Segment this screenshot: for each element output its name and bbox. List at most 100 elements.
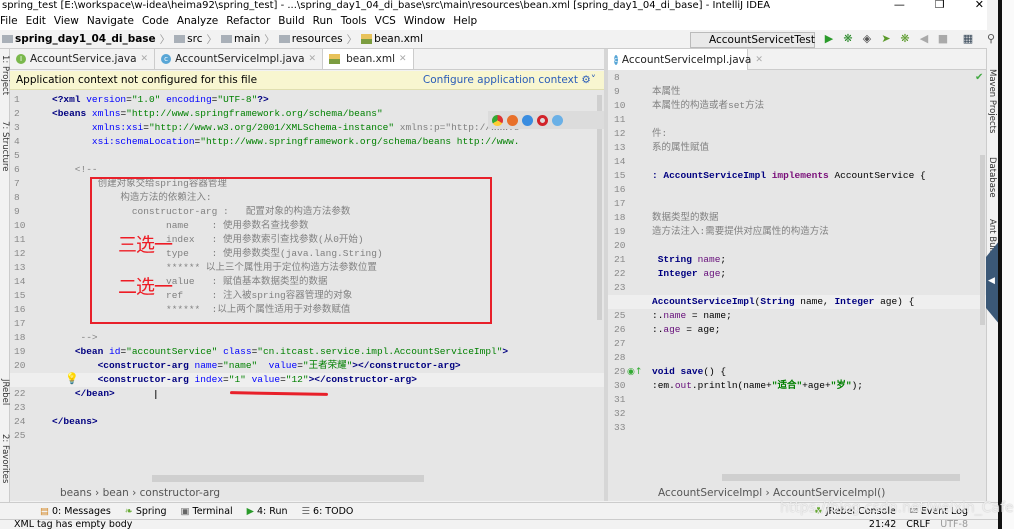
menu-file[interactable]: File — [0, 15, 18, 27]
file-encoding[interactable]: UTF-8 — [940, 520, 968, 529]
run-config-label: AccountServicetTest — [709, 34, 815, 46]
nav-crumb[interactable]: resources — [278, 33, 343, 45]
right-vertical-scrollbar[interactable] — [980, 155, 985, 325]
tab-accountserviceimpl-right[interactable]: c AccountServiceImpl.java ✕ — [608, 49, 763, 70]
coverage-icon[interactable]: ◈ — [861, 33, 873, 45]
code-token: AccountService { — [834, 170, 926, 181]
implements-gutter-icon[interactable]: ◉↑ — [627, 367, 642, 377]
opera-icon[interactable] — [537, 114, 548, 126]
run-icon[interactable]: ▶ — [823, 33, 835, 45]
build-icon[interactable]: ◀ — [918, 33, 930, 45]
code-token: () { — [703, 366, 727, 377]
close-tab-icon[interactable]: ✕ — [399, 54, 407, 64]
tab-bean-xml[interactable]: bean.xml ✕ — [323, 49, 414, 69]
menu-help[interactable]: Help — [453, 15, 477, 27]
lightbulb-icon[interactable]: 💡 — [65, 372, 79, 385]
menu-navigate[interactable]: Navigate — [87, 15, 134, 27]
menu-run[interactable]: Run — [313, 15, 333, 27]
tool-spring[interactable]: ❧ Spring — [125, 506, 167, 517]
code-token: <bean — [74, 346, 110, 357]
code-token: value — [268, 360, 298, 371]
class-icon: c — [161, 54, 172, 64]
menu-analyze[interactable]: Analyze — [177, 15, 218, 27]
tab-label: AccountServiceImpl.java — [621, 53, 752, 66]
nav-crumb-label: main — [234, 33, 261, 45]
breadcrumb-item[interactable]: AccountServiceImpl() — [773, 487, 885, 499]
tool-6-todo[interactable]: ☰ 6: TODO — [301, 506, 353, 517]
tab-accountserviceimpl-java[interactable]: c AccountServiceImpl.java ✕ — [155, 49, 324, 69]
menu-code[interactable]: Code — [142, 15, 169, 27]
line-number: 25 — [14, 430, 26, 441]
tool-window-jrebel[interactable]: JRebel — [0, 379, 10, 405]
line-number: 14 — [614, 156, 626, 167]
tab-accountservice-java[interactable]: I AccountService.java ✕ — [10, 49, 156, 69]
tool-4-run[interactable]: ▶ 4: Run — [247, 506, 288, 517]
close-tab-icon[interactable]: ✕ — [141, 54, 149, 64]
code-token: </beans> — [52, 416, 98, 427]
line-number: 31 — [614, 394, 626, 405]
tool-window-favorites[interactable]: 2: Favorites — [0, 434, 10, 483]
chevron-left-icon: ◀ — [988, 276, 995, 286]
breadcrumb-item[interactable]: AccountServiceImpl — [658, 487, 762, 499]
nav-crumb[interactable]: src — [174, 33, 203, 45]
folder-icon — [278, 35, 290, 43]
debug-icon[interactable]: ❋ — [842, 33, 854, 45]
search-icon[interactable]: ⚲ — [985, 33, 997, 45]
project-structure-icon[interactable]: ▦ — [962, 33, 974, 45]
chevron-right-icon: › — [91, 487, 103, 499]
ie-icon[interactable] — [552, 114, 563, 126]
code-line: 本属性的构造或者set方法 — [652, 99, 764, 113]
code-token: ?> — [257, 94, 269, 105]
line-number: 4 — [14, 136, 20, 147]
menu-tools[interactable]: Tools — [341, 15, 367, 27]
breadcrumb-item[interactable]: constructor-arg — [140, 487, 220, 499]
close-button[interactable]: ✕ — [975, 0, 984, 10]
nav-crumb[interactable]: main — [221, 33, 260, 45]
line-number: 26 — [614, 324, 626, 335]
jrebel-run-icon[interactable]: ➤ — [880, 33, 892, 45]
menu-refactor[interactable]: Refactor — [226, 15, 270, 27]
stop-icon[interactable]: ■ — [937, 33, 949, 45]
code-token: version — [86, 94, 127, 105]
gear-icon[interactable]: ⚙˅ — [581, 74, 596, 86]
code-line: 本属性 — [652, 85, 681, 99]
close-tab-icon[interactable]: ✕ — [755, 55, 763, 65]
java-editor[interactable]: 8 9 本属性 10 本属性的构造或者set方法 11 12 件: 13 系的属性赋值 14 15: … — [608, 70, 986, 485]
caret-position[interactable]: 21:42 — [869, 520, 896, 529]
menu-view[interactable]: View — [54, 15, 79, 27]
code-line: <!-- — [52, 163, 98, 177]
chrome-icon[interactable] — [492, 114, 503, 126]
tool-window-database[interactable]: Database — [987, 157, 997, 198]
status-message: XML tag has empty body — [14, 519, 133, 529]
check-icon: ✔ — [975, 72, 984, 83]
annotation-two-choose-one: 二选一 — [118, 276, 173, 298]
jrebel-debug-icon[interactable]: ❋ — [899, 33, 911, 45]
configure-context-link[interactable]: Configure application context ⚙˅ — [423, 71, 596, 90]
code-token: age) { — [880, 296, 915, 307]
minimize-button[interactable]: — — [894, 0, 905, 10]
menu-vcs[interactable]: VCS — [375, 15, 396, 27]
close-tab-icon[interactable]: ✕ — [309, 54, 317, 64]
banner-message: Application context not configured for t… — [16, 74, 258, 86]
tool-window-structure[interactable]: 7: Structure — [0, 121, 10, 172]
nav-crumb[interactable]: bean.xml — [361, 33, 423, 45]
safari-icon[interactable] — [522, 114, 533, 126]
tool-0-messages[interactable]: ▤ 0: Messages — [40, 506, 111, 517]
run-configuration-dropdown[interactable]: AccountServicetTest ⌄ — [690, 32, 815, 60]
menu-window[interactable]: Window — [404, 15, 445, 27]
menu-build[interactable]: Build — [278, 15, 304, 27]
firefox-icon[interactable] — [507, 114, 518, 126]
tool-terminal[interactable]: ▣ Terminal — [181, 506, 233, 517]
tool-window-maven[interactable]: Maven Projects — [987, 69, 997, 133]
right-horizontal-scrollbar[interactable] — [722, 474, 960, 481]
breadcrumb-item[interactable]: beans — [60, 487, 92, 499]
tool-window-project[interactable]: 1: Project — [0, 55, 10, 95]
code-token: "12" — [285, 374, 309, 385]
maximize-button[interactable]: ❐ — [935, 0, 945, 10]
nav-crumb[interactable]: spring_day1_04_di_base — [2, 33, 156, 45]
breadcrumb-item[interactable]: bean — [103, 487, 129, 499]
menu-edit[interactable]: Edit — [26, 15, 46, 27]
line-separator[interactable]: CRLF — [906, 520, 930, 529]
horizontal-scrollbar[interactable] — [152, 475, 424, 482]
